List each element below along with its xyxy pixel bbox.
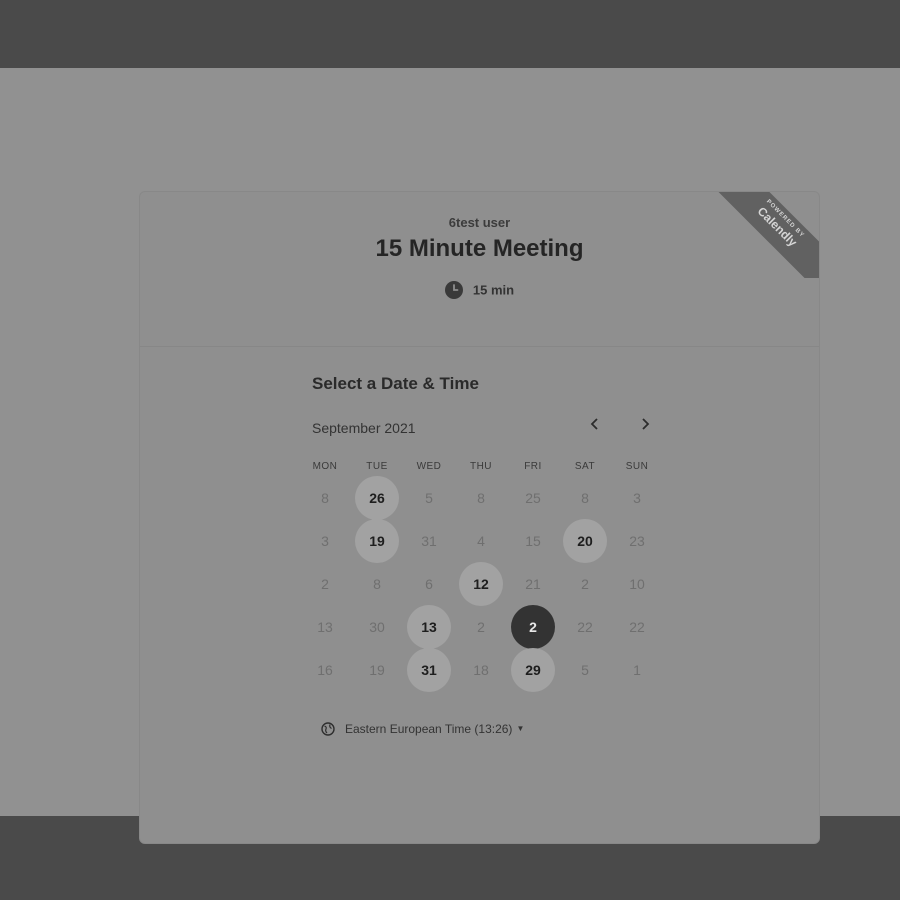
calendar-day: 4 [477,533,485,549]
calendar-day: 10 [629,576,645,592]
calendar-day: 1 [633,662,641,678]
page-backdrop: 6test user 15 Minute Meeting 15 min POWE… [0,68,900,844]
calendar-day: 16 [317,662,333,678]
calendar-day: 5 [425,490,433,506]
powered-by-calendly-badge[interactable]: POWERED BY Calendly [713,192,819,278]
calendar-day: 8 [477,490,485,506]
calendar-day: 2 [477,619,485,635]
next-month-button[interactable] [632,414,658,440]
calendar-day-available[interactable]: 12 [459,562,503,606]
calendar-day: 5 [581,662,589,678]
calendar-day: 22 [629,619,645,635]
calendar-day: 31 [421,533,437,549]
calendar-day: 3 [633,490,641,506]
calendar-day: 21 [525,576,541,592]
calendar-day-available[interactable]: 13 [407,605,451,649]
booking-card: 6test user 15 Minute Meeting 15 min POWE… [139,191,820,844]
calendar-day: 8 [321,490,329,506]
month-label: September 2021 [312,420,416,436]
weekday-thu: THU [469,461,493,472]
weekday-tue: TUE [366,461,388,472]
calendar-day: 22 [577,619,593,635]
calendar-day-available[interactable]: 29 [511,648,555,692]
calendar-day: 6 [425,576,433,592]
calendar-day: 2 [581,576,589,592]
calendar-day: 18 [473,662,489,678]
prev-month-button[interactable] [582,414,608,440]
caret-down-icon: ▼ [516,724,525,734]
weekday-fri: FRI [524,461,542,472]
calendar-day: 3 [321,533,329,549]
calendar-day-available[interactable]: 31 [407,648,451,692]
globe-icon [321,722,335,736]
weekday-sat: SAT [574,461,596,472]
timezone-selector[interactable]: Eastern European Time (13:26) ▼ [321,721,524,736]
chevron-right-icon [642,418,650,430]
calendar-day-available[interactable]: 19 [355,519,399,563]
weekday-mon: MON [312,461,338,472]
clock-icon [444,281,463,299]
calendar-day: 13 [317,619,333,635]
weekday-wed: WED [416,461,442,472]
chevron-left-icon [590,418,598,430]
timezone-label: Eastern European Time (13:26) [345,721,513,736]
calendar-day-available[interactable]: 20 [563,519,607,563]
picker-title: Select a Date & Time [312,374,479,393]
event-duration: 15 min [140,281,819,299]
calendar-day: 15 [525,533,541,549]
calendar-day: 25 [525,490,541,506]
calendar-day: 8 [373,576,381,592]
weekday-sun: SUN [625,461,649,472]
duration-label: 15 min [472,282,515,298]
calendar-day-selected[interactable]: 2 [511,605,555,649]
calendar-day: 19 [369,662,385,678]
calendar-day: 30 [369,619,385,635]
calendar-day: 8 [581,490,589,506]
calendar-day: 23 [629,533,645,549]
calendar-day: 2 [321,576,329,592]
calendar-day-available[interactable]: 26 [355,476,399,520]
